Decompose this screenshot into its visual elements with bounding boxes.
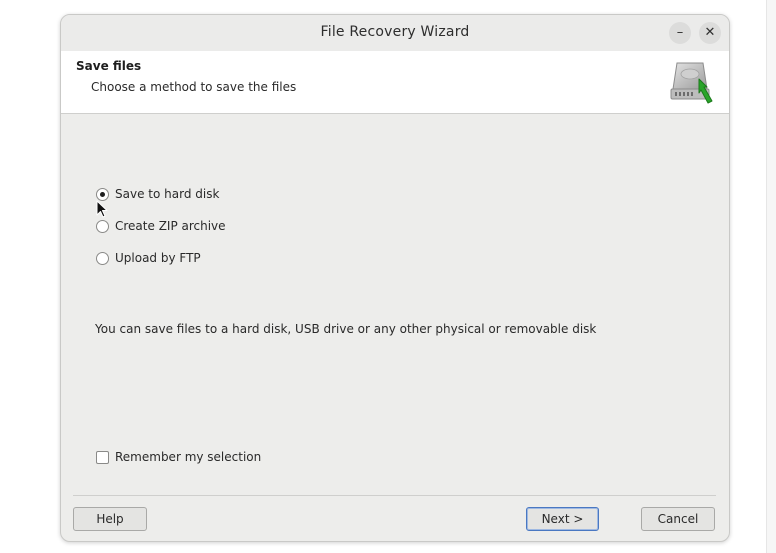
close-button[interactable]: ✕ xyxy=(699,22,721,44)
method-description: You can save files to a hard disk, USB d… xyxy=(95,322,597,336)
step-title: Save files xyxy=(76,59,142,73)
remember-selection[interactable]: Remember my selection xyxy=(96,448,261,466)
step-subtitle: Choose a method to save the files xyxy=(91,80,297,94)
help-button[interactable]: Help xyxy=(73,507,147,531)
cancel-button[interactable]: Cancel xyxy=(641,507,715,531)
footer-divider xyxy=(73,495,716,496)
hard-disk-save-icon xyxy=(670,62,713,104)
file-recovery-wizard-dialog: File Recovery Wizard – ✕ Save files Choo… xyxy=(60,14,730,542)
wizard-header: Save files Choose a method to save the f… xyxy=(61,51,729,114)
background-window-edge xyxy=(766,0,776,553)
close-icon: ✕ xyxy=(704,25,716,40)
option-label: Upload by FTP xyxy=(115,251,201,265)
radio-create-zip-archive[interactable] xyxy=(96,219,109,233)
radio-save-to-hard-disk[interactable] xyxy=(96,187,109,201)
minimize-icon: – xyxy=(676,25,684,40)
radio-upload-by-ftp[interactable] xyxy=(96,251,109,265)
option-create-zip-archive[interactable]: Create ZIP archive xyxy=(96,217,226,235)
option-upload-by-ftp[interactable]: Upload by FTP xyxy=(96,249,201,267)
option-label: Save to hard disk xyxy=(115,187,220,201)
minimize-button[interactable]: – xyxy=(669,22,691,44)
option-save-to-hard-disk[interactable]: Save to hard disk xyxy=(96,185,219,203)
mouse-pointer-icon xyxy=(96,200,108,218)
option-label: Create ZIP archive xyxy=(115,219,226,233)
remember-selection-label: Remember my selection xyxy=(115,450,262,464)
next-button[interactable]: Next > xyxy=(526,507,599,531)
remember-selection-checkbox[interactable] xyxy=(96,450,109,464)
window-title: File Recovery Wizard xyxy=(320,24,470,40)
title-bar[interactable]: File Recovery Wizard – ✕ xyxy=(61,15,729,52)
